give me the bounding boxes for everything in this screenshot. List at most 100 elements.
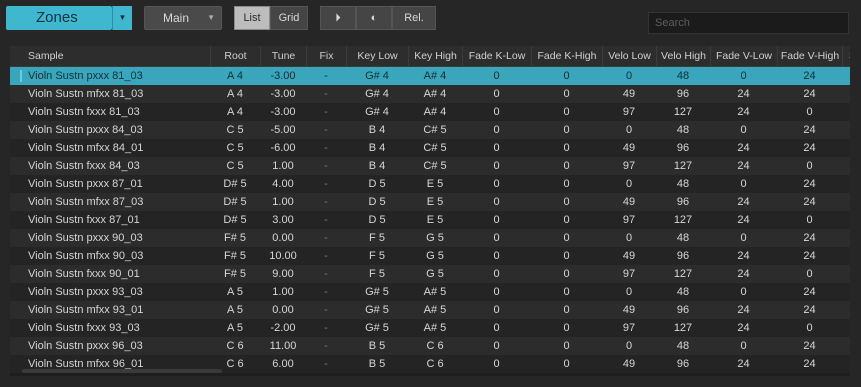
cell-root[interactable]: F# 5 [210, 229, 260, 247]
table-row[interactable]: Violn Sustn fxxx 90_01 F# 5 9.00- F 5G 5009… [10, 265, 850, 283]
grid-view-button[interactable]: Grid [270, 6, 308, 30]
cell-sample[interactable]: Violn Sustn pxxx 81_03 [10, 67, 228, 85]
cell-fade-k-low[interactable]: 0 [462, 193, 531, 211]
cell-key-high[interactable]: C# 5 [408, 121, 462, 139]
list-view-button[interactable]: List [234, 6, 270, 30]
cell-key-high[interactable]: E 5 [408, 211, 462, 229]
cell-sample[interactable]: Violn Sustn fxxx 84_03 [10, 157, 228, 175]
cell-fade-v-high[interactable]: 24 [777, 247, 842, 265]
cell-fade-k-high[interactable]: 0 [531, 157, 602, 175]
cell-velo-low[interactable]: 49 [602, 301, 656, 319]
cell-tune[interactable]: -3.00 [260, 103, 306, 121]
cell-root[interactable]: A 4 [210, 85, 260, 103]
cell-fade-v-high[interactable]: 24 [777, 121, 842, 139]
cell-sample[interactable]: Violn Sustn fxxx 90_01 [10, 265, 228, 283]
cell-root[interactable]: A 4 [210, 103, 260, 121]
cell-velo-high[interactable]: 48 [656, 67, 710, 85]
cell-key-low[interactable]: B 5 [346, 355, 408, 373]
column-header-fade-v-low[interactable]: Fade V-Low [710, 46, 777, 66]
cell-tune[interactable]: 4.00 [260, 175, 306, 193]
cell-fade-v-low[interactable]: 0 [710, 337, 777, 355]
table-row[interactable]: Violn Sustn pxxx 87_01 D# 5 4.00- D 5E 5000… [10, 175, 850, 193]
table-row[interactable]: Violn Sustn mfxx 93_01 A 5 0.00- G# 5 A# 500… [10, 301, 850, 319]
cell-fade-v-low[interactable]: 24 [710, 355, 777, 373]
cell-fix[interactable]: - [306, 139, 346, 157]
cell-velo-low[interactable]: 49 [602, 139, 656, 157]
cell-root[interactable]: C 5 [210, 139, 260, 157]
cell-fade-k-high[interactable]: 0 [531, 175, 602, 193]
cell-fade-k-low[interactable]: 0 [462, 139, 531, 157]
cell-key-low[interactable]: D 5 [346, 175, 408, 193]
cell-fade-k-low[interactable]: 0 [462, 265, 531, 283]
cell-key-high[interactable]: E 5 [408, 193, 462, 211]
cell-fade-k-low[interactable]: 0 [462, 121, 531, 139]
cell-root[interactable]: A 5 [210, 301, 260, 319]
play-toggle-icon[interactable]: ⏵ [320, 6, 356, 30]
cell-tune[interactable]: -3.00 [260, 67, 306, 85]
cell-fix[interactable]: - [306, 301, 346, 319]
cell-velo-high[interactable]: 48 [656, 121, 710, 139]
cell-key-high[interactable]: E 5 [408, 175, 462, 193]
cell-key-high[interactable]: G 5 [408, 229, 462, 247]
cell-tune[interactable]: 1.00 [260, 193, 306, 211]
cell-root[interactable]: A 5 [210, 319, 260, 337]
table-row[interactable]: Violn Sustn pxxx 96_03 C 6 11.00- B 5C 6000… [10, 337, 850, 355]
cell-key-low[interactable]: G# 4 [346, 103, 408, 121]
cell-fade-k-high[interactable]: 0 [531, 355, 602, 373]
cell-key-low[interactable]: F 5 [346, 265, 408, 283]
cell-tune[interactable]: -3.00 [260, 85, 306, 103]
cell-key-high[interactable]: C 6 [408, 337, 462, 355]
cell-fix[interactable]: - [306, 229, 346, 247]
cell-velo-high[interactable]: 96 [656, 247, 710, 265]
table-row[interactable]: Violn Sustn mfxx 84_01 C 5 -6.00- B 4 C# 500… [10, 139, 850, 157]
cell-velo-high[interactable]: 48 [656, 229, 710, 247]
cell-sample[interactable]: Violn Sustn pxxx 93_03 [10, 283, 228, 301]
cell-velo-high[interactable]: 96 [656, 301, 710, 319]
cell-key-high[interactable]: A# 5 [408, 319, 462, 337]
cell-tune[interactable]: -6.00 [260, 139, 306, 157]
cell-velo-high[interactable]: 96 [656, 139, 710, 157]
cell-sample[interactable]: Violn Sustn fxxx 87_01 [10, 211, 228, 229]
cell-tune[interactable]: 0.00 [260, 301, 306, 319]
cell-fade-k-low[interactable]: 0 [462, 301, 531, 319]
cell-fade-v-low[interactable]: 24 [710, 85, 777, 103]
cell-velo-low[interactable]: 49 [602, 355, 656, 373]
cell-velo-low[interactable]: 49 [602, 247, 656, 265]
cell-fade-k-low[interactable]: 0 [462, 337, 531, 355]
cell-tune[interactable]: 9.00 [260, 265, 306, 283]
cell-fade-v-low[interactable]: 0 [710, 229, 777, 247]
cell-velo-low[interactable]: 0 [602, 175, 656, 193]
cell-key-low[interactable]: B 4 [346, 139, 408, 157]
cell-fade-k-high[interactable]: 0 [531, 319, 602, 337]
cell-velo-low[interactable]: 97 [602, 157, 656, 175]
cell-velo-low[interactable]: 97 [602, 265, 656, 283]
cell-sample[interactable]: Violn Sustn fxxx 93_03 [10, 319, 228, 337]
cell-fade-k-low[interactable]: 0 [462, 247, 531, 265]
cell-fade-v-high[interactable]: 0 [777, 211, 842, 229]
half-circle-icon[interactable]: ◐ [356, 6, 392, 30]
cell-key-low[interactable]: D 5 [346, 193, 408, 211]
cell-fade-k-high[interactable]: 0 [531, 211, 602, 229]
cell-fade-k-low[interactable]: 0 [462, 229, 531, 247]
cell-key-low[interactable]: G# 5 [346, 283, 408, 301]
cell-fade-k-high[interactable]: 0 [531, 85, 602, 103]
cell-tune[interactable]: 11.00 [260, 337, 306, 355]
cell-fade-v-high[interactable]: 0 [777, 103, 842, 121]
cell-tune[interactable]: 1.00 [260, 283, 306, 301]
cell-fade-v-high[interactable]: 24 [777, 193, 842, 211]
cell-velo-low[interactable]: 97 [602, 319, 656, 337]
cell-key-low[interactable]: B 4 [346, 157, 408, 175]
cell-fade-v-low[interactable]: 24 [710, 301, 777, 319]
cell-velo-high[interactable]: 96 [656, 355, 710, 373]
cell-fade-v-high[interactable]: 24 [777, 229, 842, 247]
cell-fade-v-low[interactable]: 0 [710, 175, 777, 193]
cell-fade-k-high[interactable]: 0 [531, 301, 602, 319]
cell-sample[interactable]: Violn Sustn pxxx 87_01 [10, 175, 228, 193]
table-row[interactable]: Violn Sustn pxxx 93_03 A 5 1.00- G# 5 A# 500… [10, 283, 850, 301]
cell-key-low[interactable]: G# 4 [346, 85, 408, 103]
cell-fix[interactable]: - [306, 265, 346, 283]
cell-fix[interactable]: - [306, 103, 346, 121]
cell-fade-v-high[interactable]: 24 [777, 67, 842, 85]
column-header-s[interactable]: S [842, 46, 850, 66]
cell-key-high[interactable]: A# 5 [408, 301, 462, 319]
